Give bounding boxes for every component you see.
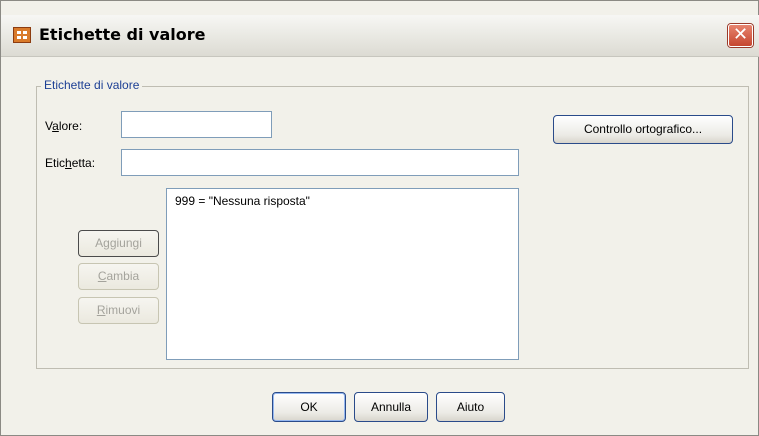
close-icon[interactable]: ✕	[728, 24, 753, 47]
value-labels-dialog: Etichette di valore ✕ Etichette di valor…	[0, 0, 759, 436]
remove-button[interactable]: Rimuovi	[78, 297, 159, 324]
spss-grid-icon	[13, 27, 31, 43]
label-input[interactable]	[121, 149, 519, 176]
value-labels-list[interactable]: 999 = "Nessuna risposta"	[166, 188, 519, 360]
spelling-check-button[interactable]: Controllo ortografico...	[553, 115, 733, 144]
cancel-button[interactable]: Annulla	[354, 392, 428, 422]
ok-button[interactable]: OK	[272, 392, 346, 422]
add-button[interactable]: Aggiungi	[78, 230, 159, 257]
window-title: Etichette di valore	[39, 25, 206, 44]
label-label: Etichetta:	[45, 156, 96, 170]
change-button[interactable]: Cambia	[78, 263, 159, 290]
help-button[interactable]: Aiuto	[436, 392, 505, 422]
group-label: Etichette di valore	[41, 78, 143, 92]
value-input[interactable]	[121, 111, 272, 138]
list-item[interactable]: 999 = "Nessuna risposta"	[175, 194, 510, 208]
title-bar: Etichette di valore ✕	[1, 15, 759, 57]
value-label: Valore:	[45, 119, 83, 133]
